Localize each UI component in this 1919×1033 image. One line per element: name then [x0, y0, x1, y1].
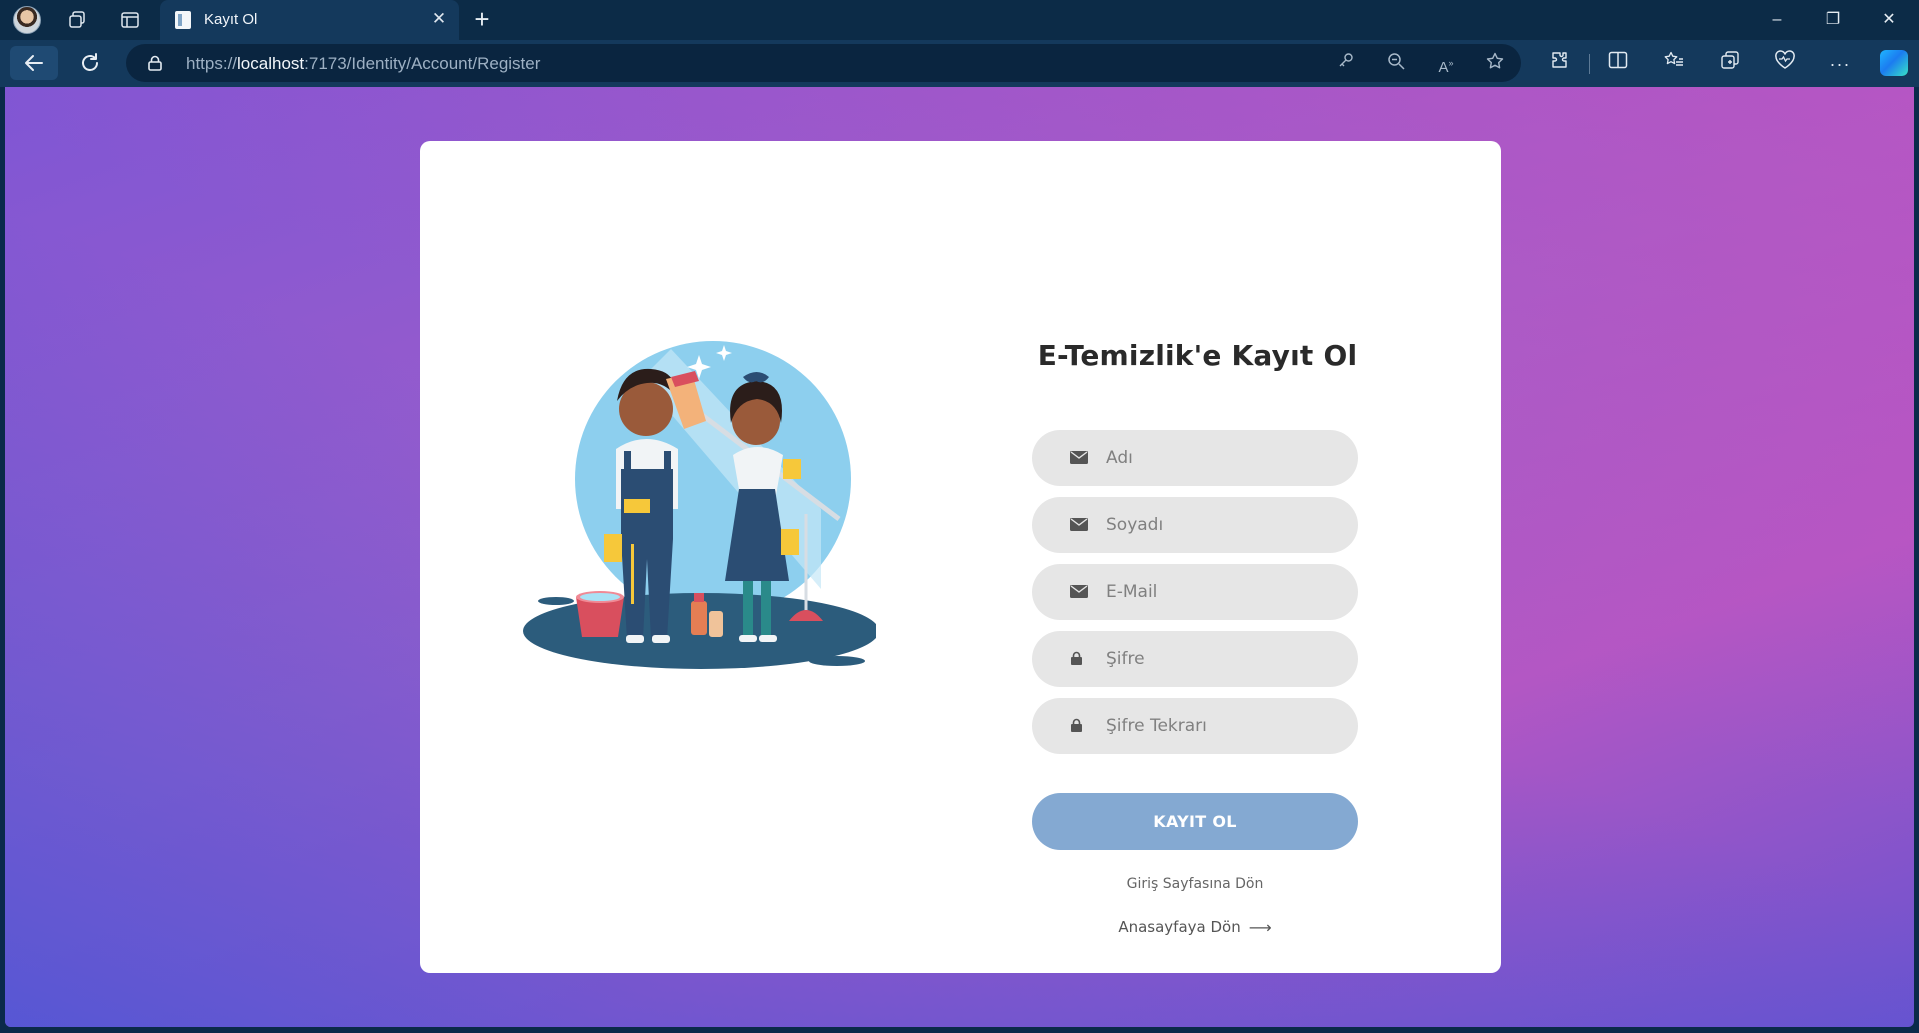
password-input[interactable]: [1106, 631, 1336, 687]
profile-avatar[interactable]: [13, 6, 41, 34]
login-page-link[interactable]: Giriş Sayfasına Dön: [1032, 876, 1358, 892]
home-page-link[interactable]: Anasayfaya Dön ⟶: [1032, 918, 1358, 937]
lock-icon: [1071, 651, 1082, 665]
browser-toolbar: https://localhost:7173/Identity/Account/…: [0, 40, 1919, 87]
browser-essentials-icon[interactable]: [1771, 50, 1799, 78]
first-name-input[interactable]: [1106, 430, 1336, 486]
url-text[interactable]: https://localhost:7173/Identity/Account/…: [186, 54, 540, 74]
toolbar-divider: [1589, 54, 1590, 74]
favorite-star-icon[interactable]: [1483, 52, 1507, 74]
url-path: :7173/Identity/Account/Register: [304, 54, 541, 73]
password-field[interactable]: [1032, 631, 1358, 687]
key-icon[interactable]: [1334, 52, 1358, 74]
collections-icon[interactable]: [1716, 50, 1744, 78]
vertical-tabs-icon[interactable]: [117, 8, 143, 32]
password-confirm-input[interactable]: [1106, 698, 1336, 754]
email-input[interactable]: [1106, 564, 1336, 620]
back-button[interactable]: [10, 46, 58, 80]
arrow-right-icon: ⟶: [1248, 918, 1272, 937]
window-bottom-edge: [0, 1027, 1919, 1033]
address-bar[interactable]: https://localhost:7173/Identity/Account/…: [126, 44, 1521, 82]
more-options-icon[interactable]: ···: [1826, 50, 1854, 78]
page-favicon-icon: [175, 11, 191, 29]
workspaces-icon[interactable]: [64, 8, 90, 32]
cleaning-staff-illustration: [523, 341, 876, 669]
first-name-field[interactable]: [1032, 430, 1358, 486]
active-tab[interactable]: Kayıt Ol ✕: [160, 0, 459, 40]
envelope-icon: [1070, 451, 1088, 464]
home-link-label: Anasayfaya Dön: [1118, 918, 1241, 936]
new-tab-button[interactable]: +: [468, 6, 496, 34]
close-window-button[interactable]: ✕: [1869, 6, 1909, 34]
page-title: E-Temizlik'e Kayıt Ol: [1037, 339, 1358, 372]
last-name-input[interactable]: [1106, 497, 1336, 553]
envelope-icon: [1070, 518, 1088, 531]
tab-close-icon[interactable]: ✕: [429, 9, 449, 29]
url-scheme: https://: [186, 54, 238, 73]
last-name-field[interactable]: [1032, 497, 1358, 553]
tab-bar: Kayıt Ol ✕ + – ❐ ✕: [0, 0, 1919, 40]
minimize-button[interactable]: –: [1757, 6, 1797, 34]
url-host: localhost: [237, 54, 305, 73]
lock-icon: [1071, 718, 1082, 732]
copilot-icon[interactable]: [1880, 50, 1908, 76]
register-card: E-Temizlik'e Kayıt Ol KAYIT OL Giriş Say…: [420, 141, 1501, 973]
page-background: E-Temizlik'e Kayıt Ol KAYIT OL Giriş Say…: [5, 87, 1914, 1027]
reload-button[interactable]: [74, 47, 106, 79]
back-arrow-icon: [25, 55, 43, 71]
favorites-icon[interactable]: [1660, 50, 1688, 78]
email-field[interactable]: [1032, 564, 1358, 620]
tab-title: Kayıt Ol: [204, 11, 258, 28]
lock-icon[interactable]: [148, 55, 162, 71]
read-aloud-icon[interactable]: A»: [1434, 52, 1458, 76]
extensions-icon[interactable]: [1545, 50, 1573, 78]
register-button[interactable]: KAYIT OL: [1032, 793, 1358, 850]
restore-button[interactable]: ❐: [1813, 6, 1853, 34]
zoom-out-icon[interactable]: [1384, 52, 1408, 74]
split-screen-icon[interactable]: [1604, 50, 1632, 78]
reload-icon: [82, 53, 98, 71]
envelope-icon: [1070, 585, 1088, 598]
password-confirm-field[interactable]: [1032, 698, 1358, 754]
